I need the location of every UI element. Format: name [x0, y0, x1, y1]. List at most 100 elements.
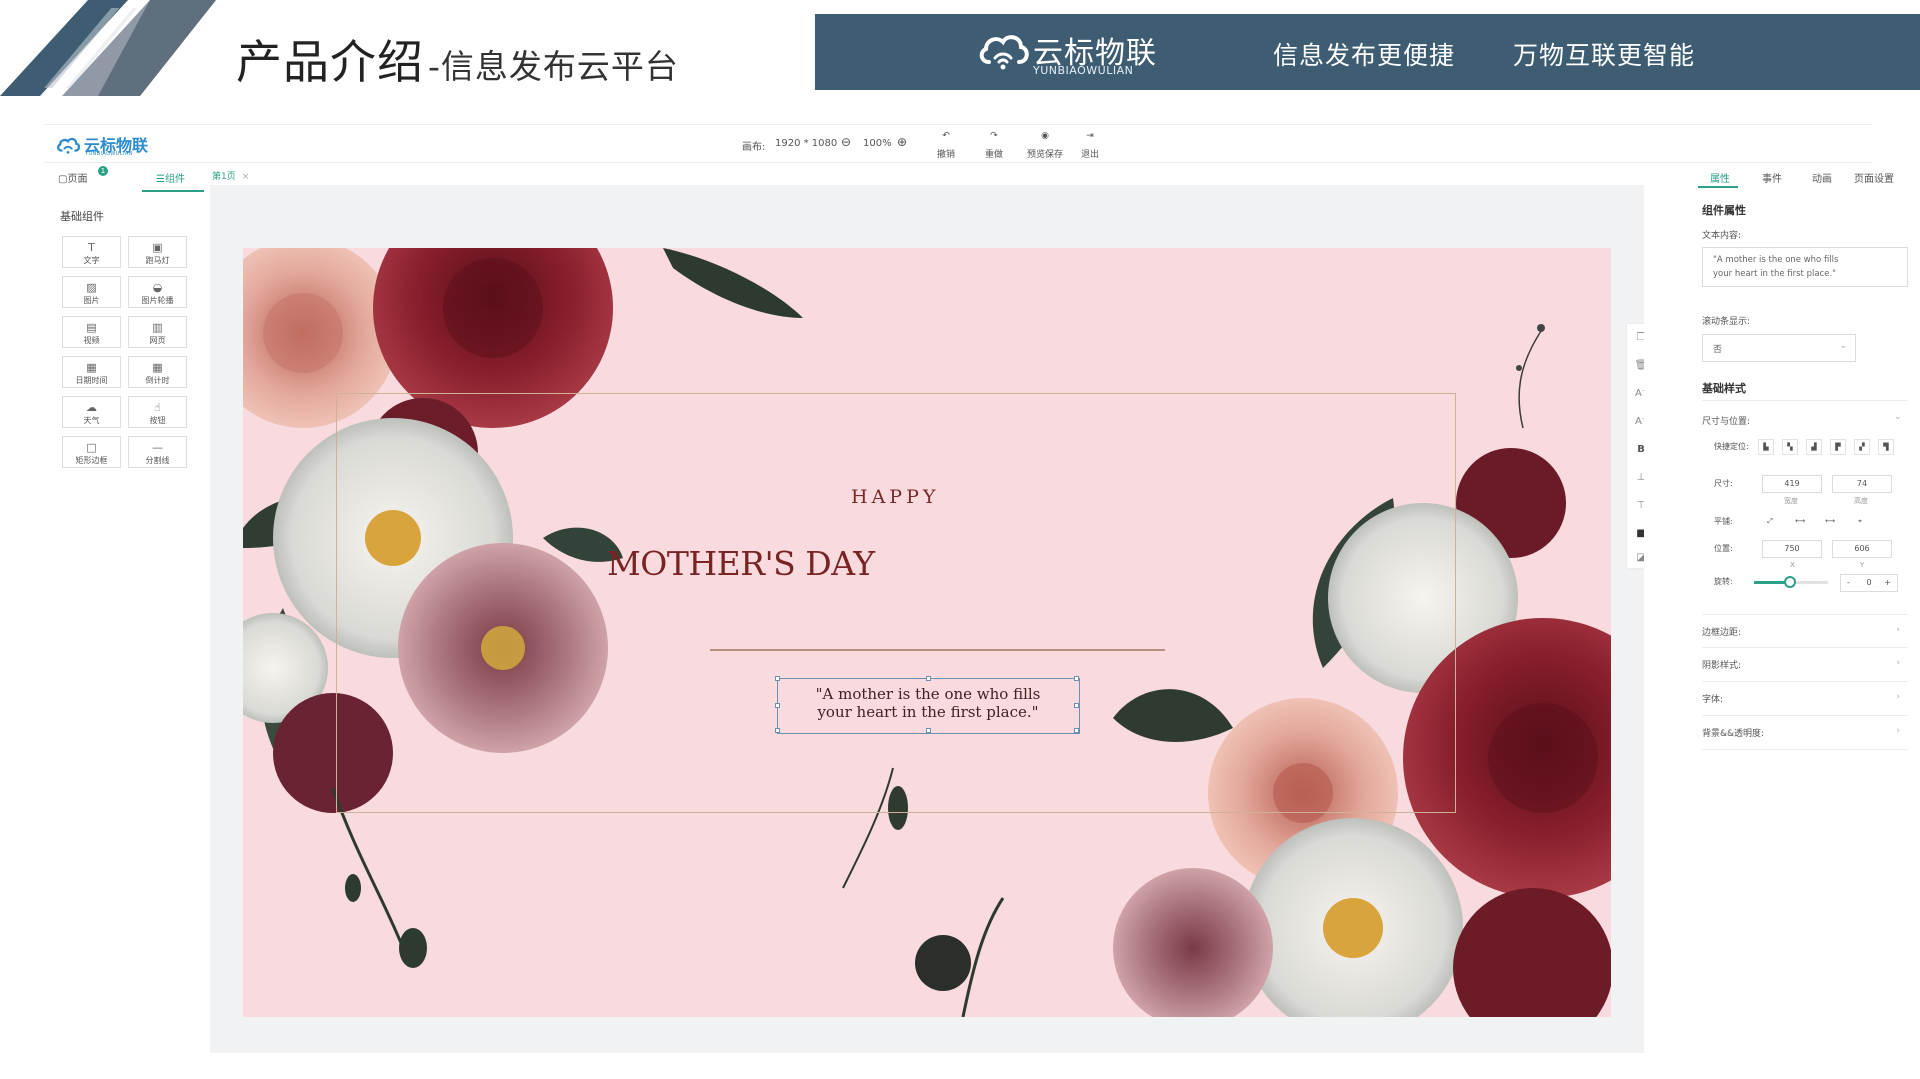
tab-animation[interactable]: 动画 [1812, 170, 1832, 185]
frame-border[interactable] [336, 393, 1456, 813]
zoom-level: 100% [863, 138, 892, 149]
scrollbar-select-value: 否 [1713, 345, 1723, 355]
component-marquee[interactable]: ▣ 跑马灯 [128, 236, 187, 268]
pages-count-badge: 1 [98, 166, 108, 176]
resize-handle-n[interactable] [926, 676, 931, 681]
component-props-title: 组件属性 [1702, 204, 1746, 217]
banner-slogan-1: 信息发布更便捷 [1273, 41, 1456, 70]
chevron-down-icon: ⌄ [1839, 341, 1847, 351]
design-canvas[interactable]: HAPPY MOTHER'S DAY "A mother is the one … [243, 248, 1611, 1017]
resize-handle-nw[interactable] [775, 676, 780, 681]
background-opacity-section[interactable]: 背景&&透明度: › [1702, 716, 1908, 750]
resize-handle-ne[interactable] [1074, 676, 1079, 681]
scrollbar-label: 滚动条显示: [1702, 317, 1751, 327]
component-text[interactable]: T 文字 [62, 236, 121, 268]
image-icon: ▨ [86, 281, 97, 294]
width-input[interactable]: 419 [1762, 475, 1822, 493]
component-image[interactable]: ▨ 图片 [62, 276, 121, 308]
rotate-slider-knob[interactable] [1784, 576, 1796, 588]
rotate-stepper[interactable]: - 0 + [1840, 574, 1898, 592]
pos-x-sub-label: X [1790, 561, 1795, 569]
quote-textbox-selected[interactable]: "A mother is the one who fills your hear… [775, 676, 1080, 734]
tab-components[interactable]: ☰组件 [156, 170, 185, 185]
corner-decoration [0, 0, 216, 96]
fit-height-icon[interactable]: ⟷ [1822, 514, 1838, 530]
component-webpage[interactable]: ▥ 网页 [128, 316, 187, 348]
undo-button[interactable]: ↶ 撤销 [926, 131, 966, 160]
rotate-minus-button[interactable]: - [1847, 575, 1850, 591]
resize-handle-se[interactable] [1074, 728, 1079, 733]
font-section[interactable]: 字体: › [1702, 682, 1908, 716]
height-sub-label: 高度 [1854, 497, 1868, 505]
exit-button[interactable]: ⇥ 退出 [1070, 131, 1110, 160]
component-datetime[interactable]: ▦ 日期时间 [62, 356, 121, 388]
quote-text: "A mother is the one who fills your hear… [778, 685, 1078, 721]
component-label: 矩形边框 [75, 456, 108, 465]
pos-y-input[interactable]: 606 [1832, 540, 1892, 558]
webpage-icon: ▥ [152, 321, 163, 334]
component-divider[interactable]: — 分割线 [128, 436, 187, 468]
rotate-slider[interactable] [1754, 576, 1828, 588]
align-top-icon[interactable]: ▛ [1830, 439, 1846, 455]
exit-label: 退出 [1080, 150, 1099, 160]
page-tab-1[interactable]: 第1页 × [212, 169, 249, 182]
resize-handle-e[interactable] [1074, 703, 1079, 708]
text-content-textarea[interactable]: "A mother is the one who fills your hear… [1702, 247, 1908, 287]
component-countdown[interactable]: ▦ 倒计时 [128, 356, 187, 388]
resize-handle-w[interactable] [775, 703, 780, 708]
align-right-icon[interactable]: ▟ [1806, 439, 1822, 455]
component-label: 视频 [83, 336, 100, 345]
quick-position-label: 快捷定位: [1714, 442, 1749, 451]
chevron-down-icon[interactable]: ⌄ [1894, 412, 1902, 422]
shadow-style-label: 阴影样式: [1702, 661, 1742, 671]
zoom-out-icon[interactable]: ⊖ [841, 135, 851, 149]
shadow-style-section[interactable]: 阴影样式: › [1702, 648, 1908, 682]
mothers-day-heading[interactable]: MOTHER'S DAY [607, 544, 875, 583]
align-hcenter-icon[interactable]: ▚ [1782, 439, 1798, 455]
calendar-icon: ▦ [86, 361, 97, 374]
size-position-label[interactable]: 尺寸与位置: [1702, 414, 1750, 427]
editor-window: 云标物联 YUNBIAOWULIAN 画布: 1920 * 1080 ⊖ 100… [44, 124, 1908, 1053]
preview-save-button[interactable]: ◉ 预览保存 [1022, 131, 1068, 160]
border-margin-label: 边框边距: [1702, 628, 1742, 638]
component-rect-border[interactable]: □ 矩形边框 [62, 436, 121, 468]
tab-page-settings[interactable]: 页面设置 [1854, 170, 1894, 185]
resize-handle-s[interactable] [926, 728, 931, 733]
scrollbar-select[interactable]: 否 ⌄ [1702, 334, 1856, 362]
align-bottom-icon[interactable]: ▜ [1878, 439, 1894, 455]
component-button[interactable]: ☝ 按钮 [128, 396, 187, 428]
component-video[interactable]: ▤ 视频 [62, 316, 121, 348]
width-sub-label: 宽度 [1784, 497, 1798, 505]
chevron-right-icon: › [1896, 726, 1900, 736]
height-input[interactable]: 74 [1832, 475, 1892, 493]
resize-handle-sw[interactable] [775, 728, 780, 733]
tab-pages[interactable]: ▢页面 [58, 170, 87, 185]
zoom-in-icon[interactable]: ⊕ [897, 135, 907, 149]
rotate-plus-button[interactable]: + [1884, 575, 1891, 591]
fit-width-icon[interactable]: ⟷ [1792, 514, 1808, 530]
banner-logo-en: YUNBIAOWULIAN [1033, 64, 1134, 77]
page-tab-label: 第1页 [212, 172, 236, 182]
component-label: 日期时间 [75, 376, 108, 385]
basic-components-title: 基础组件 [60, 210, 104, 223]
happy-heading[interactable]: HAPPY [851, 486, 939, 508]
fit-all-icon[interactable]: ⤢ [1762, 514, 1778, 530]
component-carousel[interactable]: ◒ 图片轮播 [128, 276, 187, 308]
border-margin-section[interactable]: 边框边距: › [1702, 614, 1908, 648]
tab-events[interactable]: 事件 [1762, 170, 1782, 185]
background-opacity-label: 背景&&透明度: [1702, 729, 1765, 739]
align-left-icon[interactable]: ▙ [1758, 439, 1774, 455]
component-weather[interactable]: ☁ 天气 [62, 396, 121, 428]
fit-center-icon[interactable]: ⌖ [1852, 514, 1868, 530]
marquee-icon: ▣ [152, 241, 163, 254]
slide-title-main: 产品介绍 [236, 35, 424, 89]
quote-line-1: "A mother is the one who fills [815, 685, 1041, 703]
redo-button[interactable]: ↷ 重做 [974, 131, 1014, 160]
basic-style-title: 基础样式 [1702, 382, 1746, 395]
tab-properties[interactable]: 属性 [1710, 170, 1730, 185]
divider-line[interactable] [710, 649, 1165, 651]
pos-x-input[interactable]: 750 [1762, 540, 1822, 558]
align-vcenter-icon[interactable]: ▞ [1854, 439, 1870, 455]
close-icon[interactable]: × [242, 172, 250, 182]
component-label: 天气 [83, 416, 100, 425]
